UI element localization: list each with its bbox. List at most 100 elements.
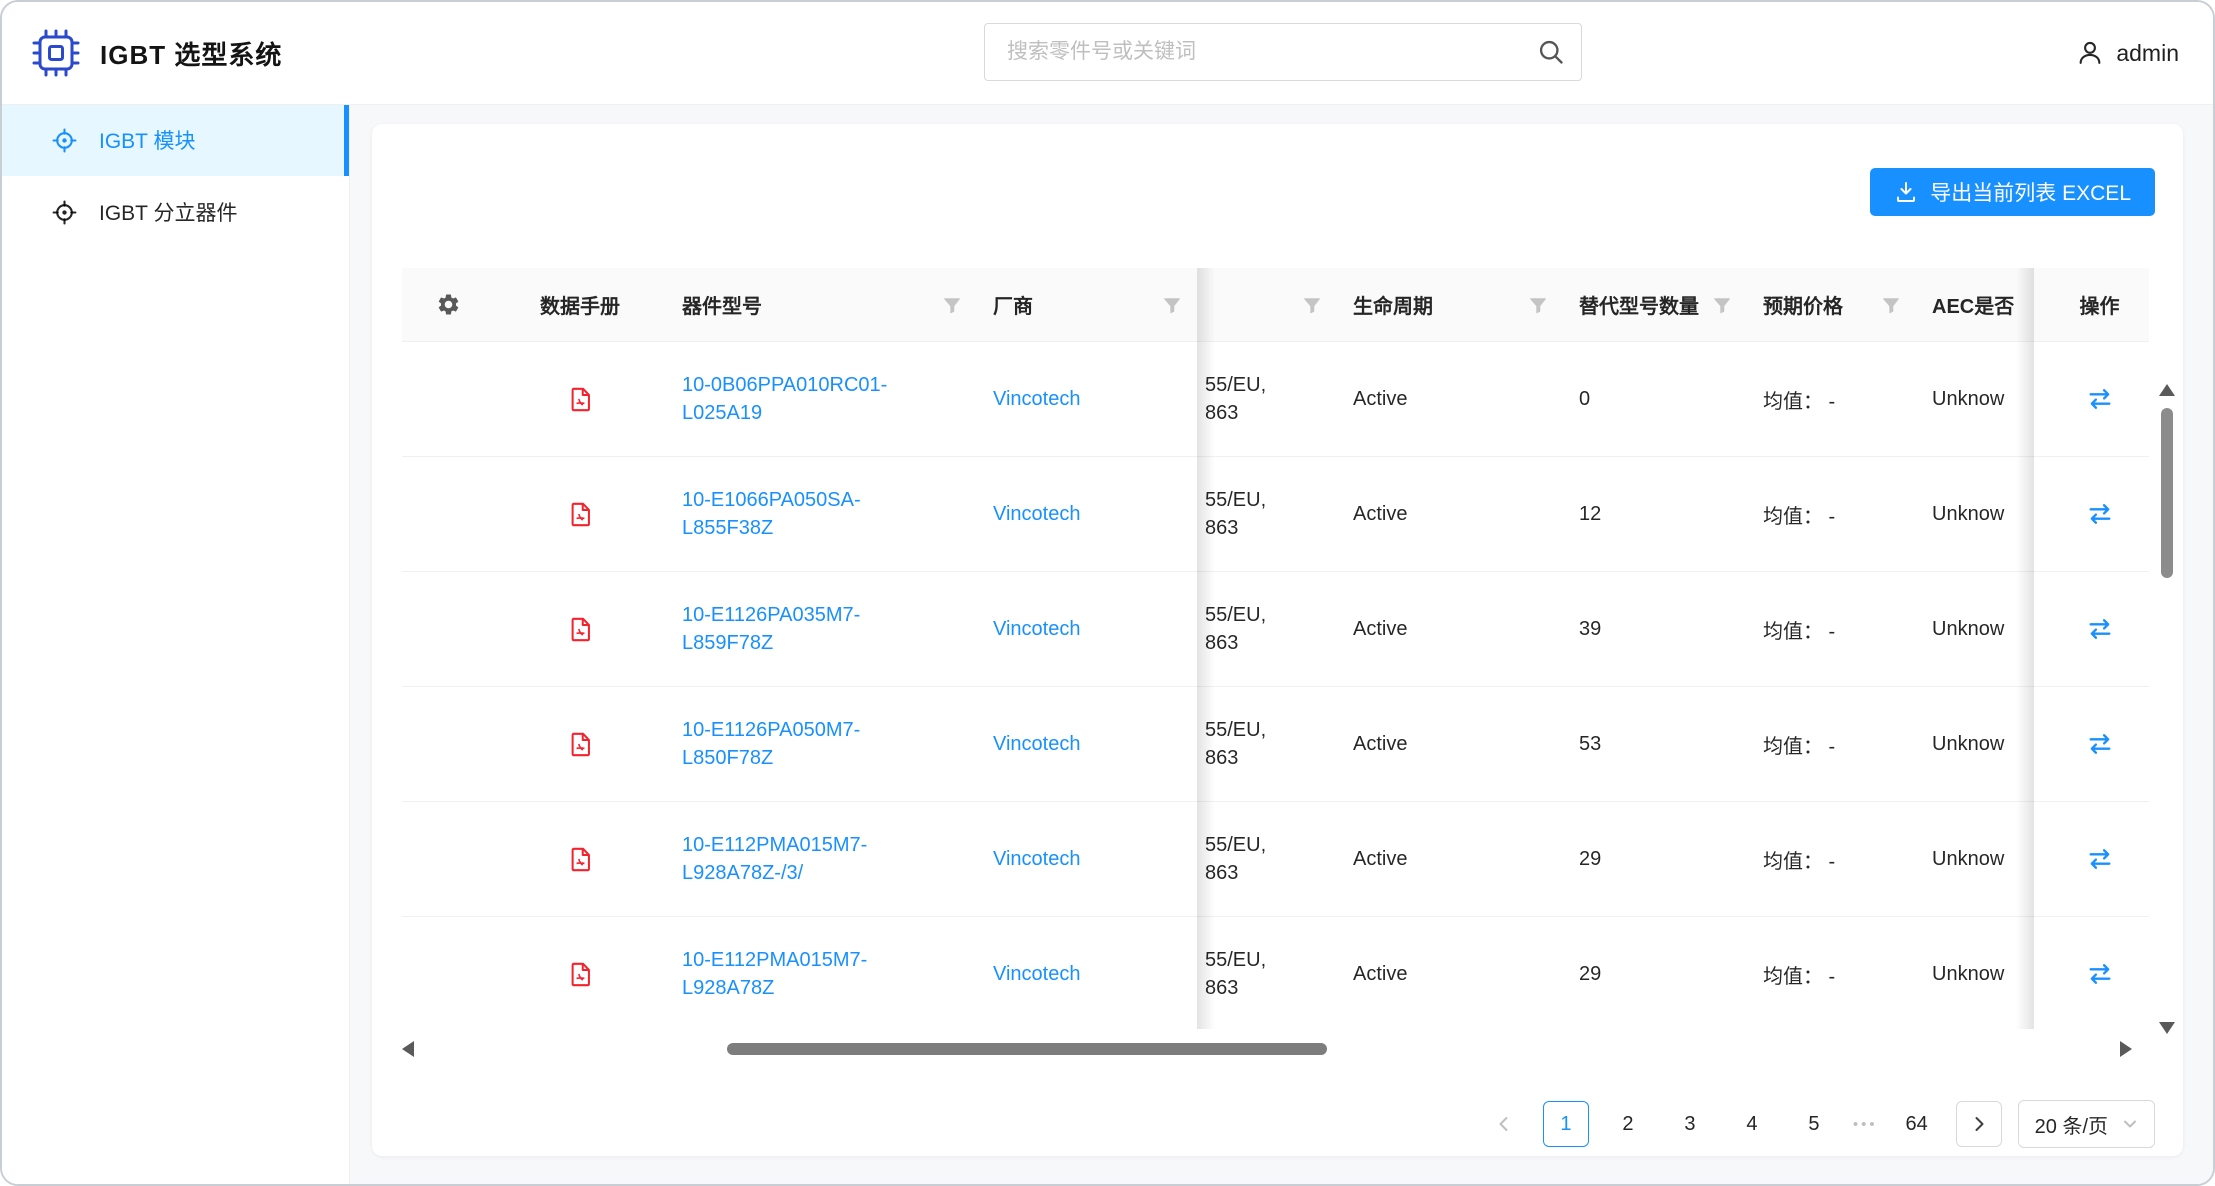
aim-icon [52, 128, 77, 153]
pdf-icon[interactable] [567, 616, 594, 643]
part-number-link[interactable]: 10-E1066PA050SA-L855F38Z [682, 486, 929, 542]
search-input[interactable] [1005, 39, 1537, 65]
pagination-page-64[interactable]: 64 [1894, 1101, 1940, 1147]
manufacturer-link[interactable]: Vincotech [993, 388, 1080, 411]
manufacturer-link[interactable]: Vincotech [993, 733, 1080, 756]
content-area: 导出当前列表 EXCEL 数据手册 器件型号 [350, 104, 2213, 1186]
manufacturer-link[interactable]: Vincotech [993, 618, 1080, 641]
pagination-page-4[interactable]: 4 [1729, 1101, 1775, 1147]
part-number-link[interactable]: 10-E1126PA035M7-L859F78Z [682, 601, 929, 657]
vertical-scrollbar[interactable] [2156, 384, 2178, 1034]
aec-cell: Unknow [1916, 848, 2034, 871]
search-icon[interactable] [1537, 38, 1565, 66]
datasheet-cell [494, 731, 666, 758]
pagination-ellipsis[interactable]: ••• [1853, 1116, 1878, 1133]
price-cell: 均值： - [1747, 960, 1916, 989]
column-settings-gear-icon[interactable] [436, 292, 461, 317]
scroll-down-arrow[interactable] [2159, 1022, 2175, 1034]
cert-line: 863 [1205, 399, 1266, 427]
table-row: 10-E1126PA035M7-L859F78Z Vincotech 55/EU… [402, 572, 2149, 687]
filter-icon[interactable] [1163, 296, 1181, 314]
fixed-gap [2034, 268, 2050, 341]
pagination-page-1[interactable]: 1 [1543, 1101, 1589, 1147]
manufacturer-link[interactable]: Vincotech [993, 848, 1080, 871]
pagination-page-5[interactable]: 5 [1791, 1101, 1837, 1147]
col-label: 数据手册 [540, 290, 620, 319]
sidebar-item-igbt-discrete[interactable]: IGBT 分立器件 [2, 176, 349, 248]
cert-cell: 55/EU,863 [1197, 831, 1337, 887]
datasheet-cell [494, 386, 666, 413]
pagination-next[interactable] [1956, 1101, 2002, 1147]
aec-cell: Unknow [1916, 388, 2034, 411]
pdf-icon[interactable] [567, 846, 594, 873]
brand: IGBT 选型系统 [2, 29, 282, 77]
manufacturer-link[interactable]: Vincotech [993, 963, 1080, 986]
col-header-part-number: 器件型号 [666, 268, 977, 341]
filter-icon[interactable] [1882, 296, 1900, 314]
alt-count-cell: 39 [1563, 618, 1747, 641]
chevron-left-icon [1495, 1115, 1513, 1133]
datasheet-cell [494, 846, 666, 873]
part-number-link[interactable]: 10-E1126PA050M7-L850F78Z [682, 716, 929, 772]
scroll-up-arrow[interactable] [2159, 384, 2175, 396]
cert-cell: 55/EU,863 [1197, 716, 1337, 772]
swap-action-icon[interactable] [2086, 385, 2114, 413]
col-label: 预期价格 [1763, 290, 1843, 319]
swap-action-icon[interactable] [2086, 960, 2114, 988]
lifecycle-cell: Active [1337, 618, 1563, 641]
table-header-row: 数据手册 器件型号 厂商 [402, 268, 2149, 342]
pdf-icon[interactable] [567, 731, 594, 758]
lifecycle-cell: Active [1337, 388, 1563, 411]
user-menu[interactable]: admin [2076, 2, 2179, 104]
pagination-prev[interactable] [1481, 1101, 1527, 1147]
swap-action-icon[interactable] [2086, 730, 2114, 758]
app-title: IGBT 选型系统 [100, 35, 282, 72]
cert-line: 55/EU, [1205, 946, 1266, 974]
table-row: 10-E1066PA050SA-L855F38Z Vincotech 55/EU… [402, 457, 2149, 572]
price-cell: 均值： - [1747, 730, 1916, 759]
filter-icon[interactable] [943, 296, 961, 314]
swap-action-icon[interactable] [2086, 500, 2114, 528]
download-icon [1894, 180, 1918, 204]
alt-count-cell: 29 [1563, 848, 1747, 871]
horizontal-scroll-thumb[interactable] [727, 1043, 1327, 1055]
manufacturer-link[interactable]: Vincotech [993, 503, 1080, 526]
app-header: IGBT 选型系统 admin [2, 2, 2213, 104]
cert-cell: 55/EU,863 [1197, 371, 1337, 427]
sidebar-item-label: IGBT 分立器件 [99, 197, 237, 227]
aec-cell: Unknow [1916, 618, 2034, 641]
pagination-page-2[interactable]: 2 [1605, 1101, 1651, 1147]
part-number-link[interactable]: 10-E112PMA015M7-L928A78Z [682, 946, 929, 1002]
scroll-right-arrow[interactable] [2120, 1041, 2132, 1057]
swap-action-icon[interactable] [2086, 845, 2114, 873]
filter-icon[interactable] [1713, 296, 1731, 314]
filter-icon[interactable] [1529, 296, 1547, 314]
vertical-scroll-thumb[interactable] [2161, 408, 2173, 578]
swap-action-icon[interactable] [2086, 615, 2114, 643]
price-cell: 均值： - [1747, 385, 1916, 414]
pdf-icon[interactable] [567, 501, 594, 528]
pdf-icon[interactable] [567, 386, 594, 413]
aec-cell: Unknow [1916, 963, 2034, 986]
part-number-link[interactable]: 10-0B06PPA010RC01-L025A19 [682, 371, 929, 427]
page-size-select[interactable]: 20 条/页 [2018, 1100, 2155, 1148]
sidebar-item-igbt-module[interactable]: IGBT 模块 [2, 104, 349, 176]
table-body: 10-0B06PPA010RC01-L025A19 Vincotech 55/E… [402, 342, 2149, 1030]
aec-cell: Unknow [1916, 733, 2034, 756]
chevron-right-icon [1970, 1115, 1988, 1133]
col-header-lifecycle: 生命周期 [1337, 268, 1563, 341]
col-header-alt-count: 替代型号数量 [1563, 268, 1747, 341]
filter-icon[interactable] [1303, 296, 1321, 314]
search-box [984, 23, 1582, 81]
table-row: 10-E1126PA050M7-L850F78Z Vincotech 55/EU… [402, 687, 2149, 802]
scroll-left-arrow[interactable] [402, 1041, 414, 1057]
col-label: AEC是否 [1932, 290, 2014, 319]
pdf-icon[interactable] [567, 961, 594, 988]
part-number-link[interactable]: 10-E112PMA015M7-L928A78Z-/3/ [682, 831, 929, 887]
pagination-page-3[interactable]: 3 [1667, 1101, 1713, 1147]
horizontal-scrollbar[interactable] [402, 1038, 2132, 1060]
datasheet-cell [494, 501, 666, 528]
cert-line: 55/EU, [1205, 716, 1266, 744]
col-header-settings [402, 268, 494, 341]
export-excel-button[interactable]: 导出当前列表 EXCEL [1870, 168, 2155, 216]
